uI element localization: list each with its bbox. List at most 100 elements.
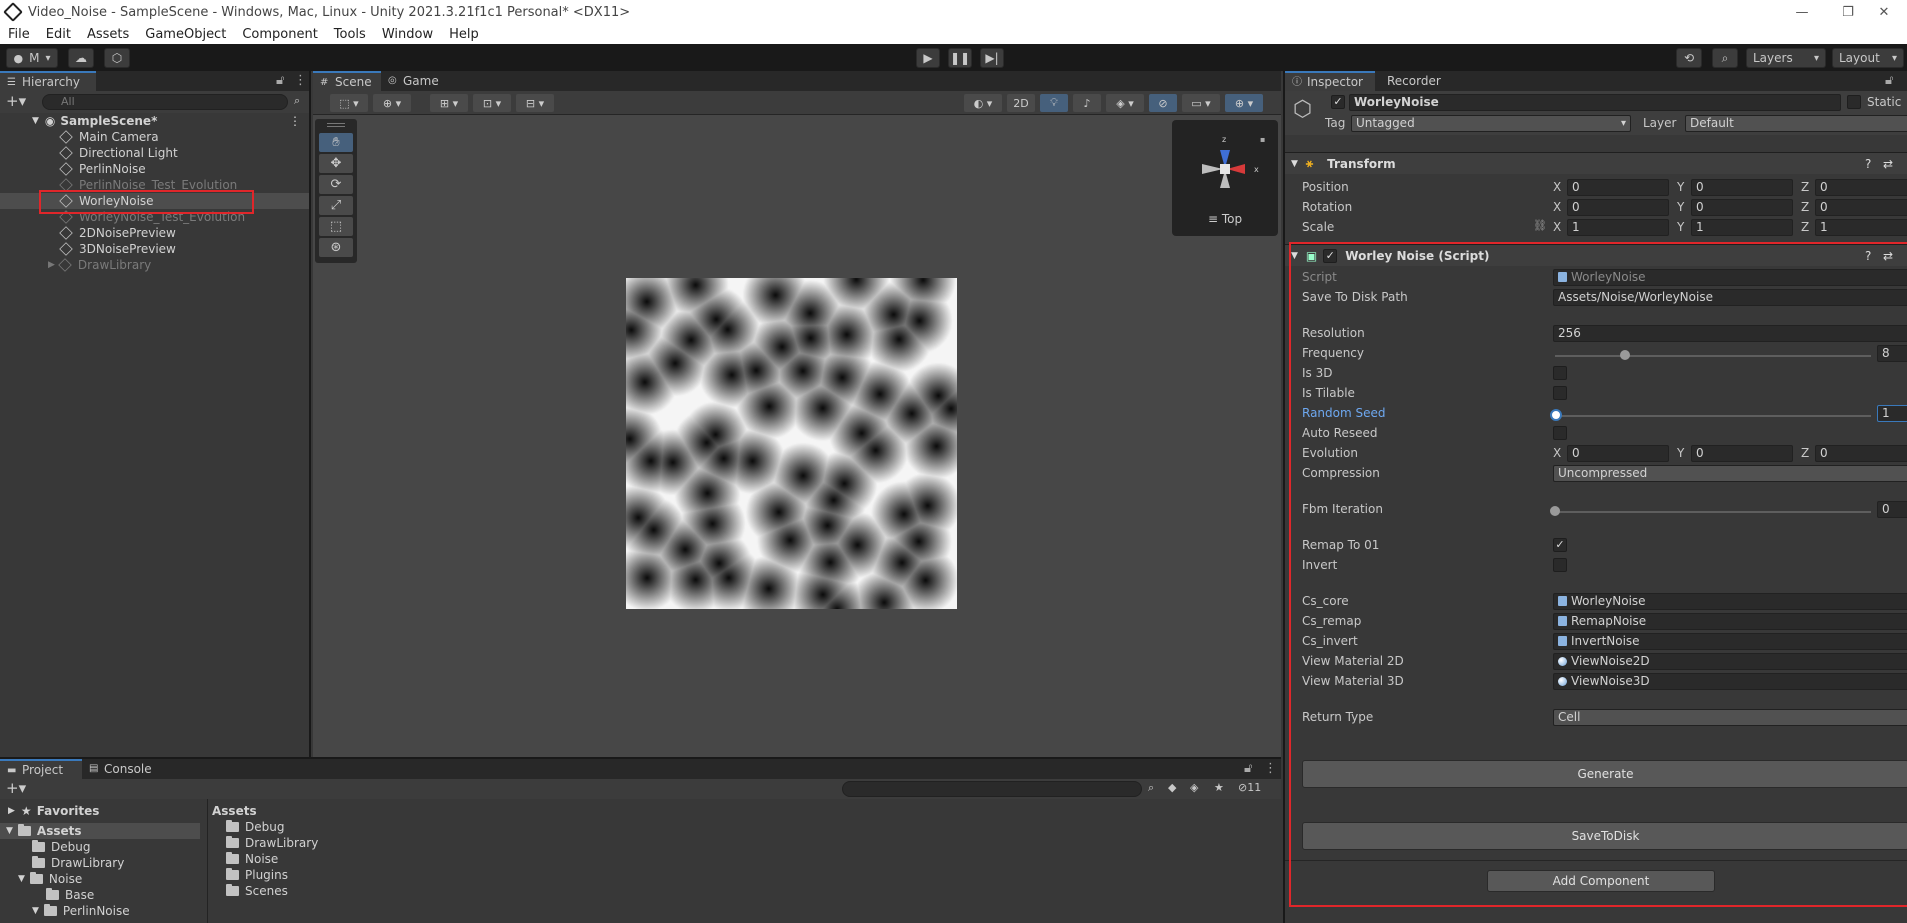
cloud-button[interactable]: ☁: [68, 48, 94, 68]
hierarchy-item[interactable]: Directional Light: [0, 145, 309, 161]
menu-component[interactable]: Component: [242, 27, 317, 42]
layer-dropdown[interactable]: Default: [1685, 115, 1907, 132]
object-name-input[interactable]: WorleyNoise: [1349, 94, 1841, 111]
drag-handle-icon[interactable]: [327, 123, 345, 127]
help-icon[interactable]: ?: [1865, 157, 1871, 171]
orientation-gizmo[interactable]: z x ▪ ≡ Top: [1172, 120, 1278, 236]
project-tree-item[interactable]: ▼ Noise: [18, 871, 82, 887]
scale-tool-button[interactable]: ⤢: [319, 196, 353, 215]
expand-arrow-icon[interactable]: ▼: [18, 874, 25, 884]
tab-scene[interactable]: # Scene: [313, 71, 381, 91]
layers-dropdown[interactable]: Layers: [1746, 48, 1826, 68]
rect-tool-button[interactable]: ⬚: [319, 217, 353, 236]
tab-game[interactable]: ◎ Game: [381, 71, 449, 91]
create-icon[interactable]: +▾: [6, 779, 26, 797]
active-checkbox[interactable]: ✓: [1331, 95, 1345, 109]
effects-dropdown[interactable]: ◈ ▾: [1106, 94, 1144, 112]
snap-settings-dropdown[interactable]: ⊟ ▾: [516, 94, 554, 112]
menu-assets[interactable]: Assets: [87, 27, 129, 42]
expand-arrow-icon[interactable]: ▼: [32, 906, 39, 916]
expand-arrow-icon[interactable]: ▼: [32, 116, 39, 126]
constrain-scale-icon[interactable]: ⛓︎: [1533, 219, 1547, 232]
tag-dropdown[interactable]: Untagged: [1351, 115, 1631, 132]
lighting-toggle[interactable]: 💡︎: [1040, 94, 1068, 112]
transform-foldout-icon[interactable]: ▼: [1291, 159, 1298, 169]
menu-gameobject[interactable]: GameObject: [145, 27, 226, 42]
search-by-type-icon[interactable]: ⌕: [1148, 781, 1154, 795]
collab-button[interactable]: ⬡: [104, 48, 130, 68]
hand-tool-button[interactable]: ✋︎: [319, 133, 353, 152]
scene-row[interactable]: ▼ ◉ SampleScene* ⋮: [0, 113, 309, 129]
project-content-item[interactable]: Noise: [226, 851, 278, 867]
transform-x-input[interactable]: 0: [1567, 199, 1669, 216]
transform-y-input[interactable]: 1: [1691, 219, 1793, 236]
pause-button[interactable]: ❚❚: [948, 48, 972, 68]
project-menu-icon[interactable]: ⋮: [1264, 761, 1277, 776]
filter-type-icon[interactable]: ◆: [1168, 781, 1176, 794]
layout-dropdown[interactable]: Layout: [1832, 48, 1904, 68]
play-button[interactable]: ▶: [916, 48, 940, 68]
scene-menu-icon[interactable]: ⋮: [289, 114, 301, 128]
rotate-tool-button[interactable]: ⟳: [319, 175, 353, 194]
toggle-2d-button[interactable]: 2D: [1007, 94, 1035, 112]
hierarchy-item[interactable]: PerlinNoise: [0, 161, 309, 177]
hidden-objects-toggle[interactable]: ⊘: [1149, 94, 1177, 112]
inspector-lock-icon[interactable]: 🔓︎: [1885, 73, 1893, 88]
minimize-button[interactable]: —: [1779, 0, 1825, 24]
transform-z-input[interactable]: 0: [1815, 199, 1907, 216]
favorite-icon[interactable]: ★: [1214, 781, 1224, 794]
history-button[interactable]: ⟲: [1676, 48, 1702, 68]
project-tree-item[interactable]: Base: [46, 887, 94, 903]
project-tree-item[interactable]: Debug: [32, 839, 90, 855]
hierarchy-item[interactable]: 3DNoisePreview: [0, 241, 309, 257]
transform-x-input[interactable]: 0: [1567, 179, 1669, 196]
move-tool-button[interactable]: ✥: [319, 154, 353, 173]
tab-inspector[interactable]: ⓘ Inspector: [1285, 71, 1375, 91]
menu-tools[interactable]: Tools: [334, 27, 366, 42]
menu-help[interactable]: Help: [449, 27, 479, 42]
step-button[interactable]: ▶|: [980, 48, 1004, 68]
project-content-item[interactable]: DrawLibrary: [226, 835, 318, 851]
transform-y-input[interactable]: 0: [1691, 179, 1793, 196]
hierarchy-search-input[interactable]: All: [42, 94, 288, 110]
transform-tool-button[interactable]: ⊛: [319, 238, 353, 257]
tab-hierarchy[interactable]: ☰ Hierarchy: [0, 71, 96, 91]
hierarchy-item[interactable]: Main Camera: [0, 129, 309, 145]
favorites-row[interactable]: ▶ ★ Favorites: [8, 803, 99, 819]
search-button[interactable]: ⌕: [1712, 48, 1738, 68]
menu-window[interactable]: Window: [382, 27, 433, 42]
project-tree-item[interactable]: ▼ PerlinNoise: [32, 903, 130, 919]
shading-dropdown[interactable]: ◐ ▾: [964, 94, 1002, 112]
gizmos-dropdown[interactable]: ⊕ ▾: [1225, 94, 1263, 112]
preset-icon[interactable]: ⇄: [1883, 157, 1893, 171]
add-icon[interactable]: +▾: [6, 92, 26, 110]
expand-arrow-icon[interactable]: ▶: [48, 260, 55, 270]
project-tree-item[interactable]: ▼ Assets: [0, 823, 200, 839]
expand-arrow-icon[interactable]: ▼: [6, 826, 13, 836]
increment-snap-dropdown[interactable]: ⊡ ▾: [473, 94, 511, 112]
transform-x-input[interactable]: 1: [1567, 219, 1669, 236]
camera-dropdown[interactable]: ▭ ▾: [1182, 94, 1220, 112]
transform-y-input[interactable]: 0: [1691, 199, 1793, 216]
tab-console[interactable]: ▤ Console: [82, 759, 164, 779]
project-content-item[interactable]: Debug: [226, 819, 284, 835]
transform-z-input[interactable]: 1: [1815, 219, 1907, 236]
close-button[interactable]: ✕: [1861, 0, 1907, 24]
tab-recorder[interactable]: Recorder: [1375, 71, 1455, 91]
hierarchy-menu-icon[interactable]: ⋮: [294, 73, 307, 88]
account-dropdown[interactable]: ● M: [6, 48, 58, 68]
transform-z-input[interactable]: 0: [1815, 179, 1907, 196]
search-filter-icon[interactable]: ⌕: [294, 94, 300, 108]
hidden-packages-icon[interactable]: ⊘: [1238, 781, 1247, 794]
hierarchy-item[interactable]: ▶ DrawLibrary: [0, 257, 309, 273]
grid-snap-dropdown[interactable]: ⊞ ▾: [430, 94, 468, 112]
global-dropdown[interactable]: ⊕ ▾: [373, 94, 411, 112]
project-content-item[interactable]: Scenes: [226, 883, 288, 899]
tab-project[interactable]: ▬ Project: [0, 759, 82, 779]
filter-label-icon[interactable]: ◈: [1190, 781, 1198, 794]
project-search-input[interactable]: [842, 781, 1142, 797]
hierarchy-item[interactable]: 2DNoisePreview: [0, 225, 309, 241]
project-tree-item[interactable]: DrawLibrary: [32, 855, 124, 871]
project-lock-icon[interactable]: 🔓︎: [1244, 761, 1252, 776]
transform-header[interactable]: ▼ ⚹ Transform ? ⇄: [1285, 152, 1907, 174]
